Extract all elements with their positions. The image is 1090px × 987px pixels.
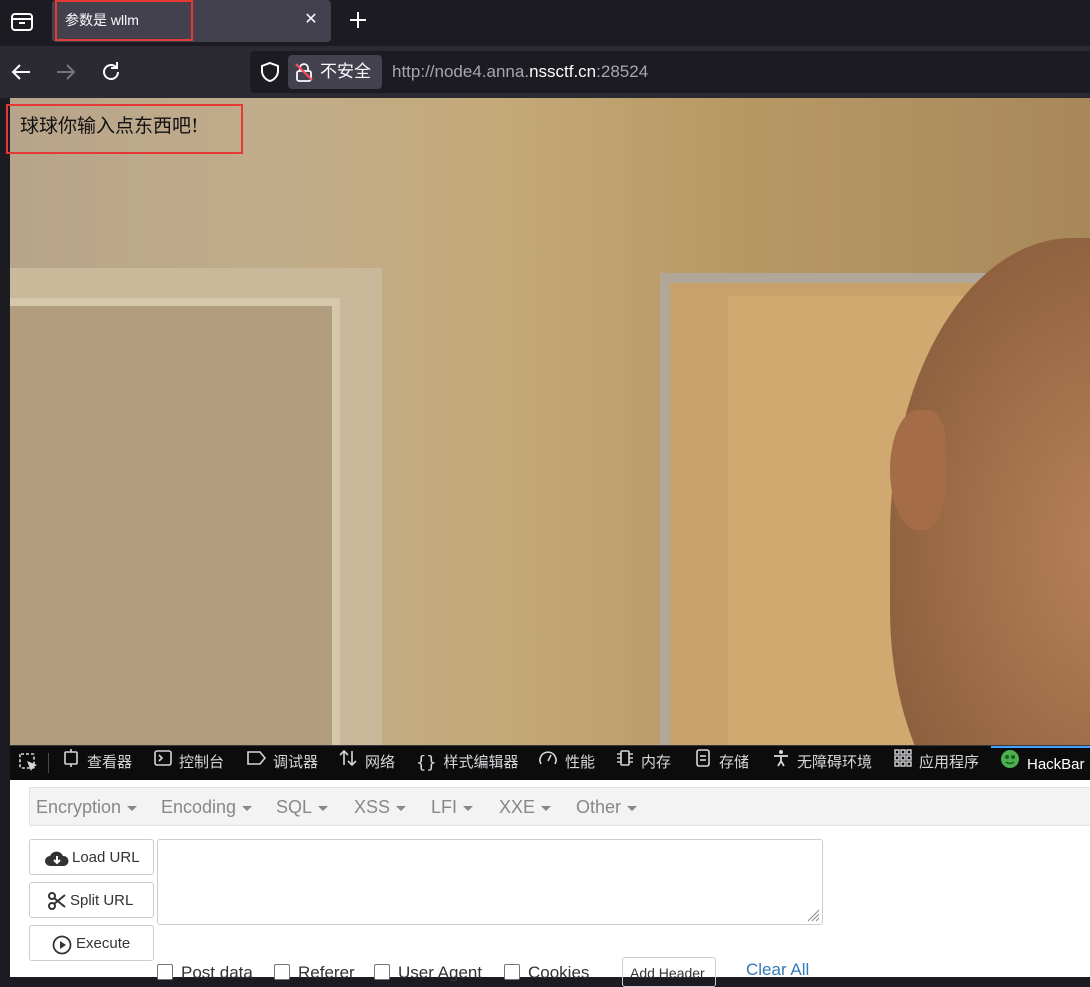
- devtools-tab-hackbar[interactable]: HackBar: [991, 746, 1090, 780]
- referer-checkbox[interactable]: Referer: [274, 963, 355, 983]
- url-port: :28524: [596, 62, 649, 81]
- hackbar-menu-bar: Encryption Encoding SQL XSS LFI XXE Othe…: [29, 787, 1090, 826]
- devtools-tab-memory[interactable]: 内存: [616, 746, 671, 780]
- tab-list-icon[interactable]: [8, 8, 36, 34]
- url-scheme: http://node4.anna.: [392, 62, 530, 81]
- tab-close-icon[interactable]: ✕: [300, 9, 322, 31]
- clear-all-link[interactable]: Clear All: [746, 960, 809, 980]
- tab-highlight-box: [55, 0, 193, 41]
- console-icon: [154, 746, 172, 780]
- hackbar-panel: Encryption Encoding SQL XSS LFI XXE Othe…: [10, 780, 1090, 987]
- insecure-lock-icon: [294, 62, 314, 82]
- hackbar-icon: [1000, 748, 1020, 782]
- chevron-down-icon: [242, 805, 253, 811]
- resize-handle-icon[interactable]: [804, 906, 820, 922]
- checkbox-box[interactable]: [157, 964, 173, 980]
- split-url-button[interactable]: Split URL: [29, 882, 154, 918]
- reload-icon[interactable]: [98, 59, 124, 85]
- url-textarea[interactable]: [157, 839, 823, 925]
- menu-other[interactable]: Other: [576, 788, 638, 827]
- debugger-icon: [246, 746, 267, 780]
- load-url-button[interactable]: Load URL: [29, 839, 154, 875]
- navigation-bar: 不安全 http://node4.anna.nssctf.cn:28524: [0, 46, 1090, 98]
- accessibility-icon: [772, 746, 790, 780]
- chevron-down-icon: [127, 805, 138, 811]
- background-photo-door-left: [10, 298, 340, 745]
- connection-insecure-button[interactable]: 不安全: [288, 55, 382, 89]
- devtools-toolbar: 查看器 控制台 调试器 网络 {} 样式编辑器 性能 内存 存储 无障碍环境 应用…: [10, 745, 1090, 780]
- devtools-tab-accessibility[interactable]: 无障碍环境: [772, 746, 872, 780]
- memory-icon: [616, 746, 634, 780]
- chevron-down-icon: [463, 805, 474, 811]
- url-text[interactable]: http://node4.anna.nssctf.cn:28524: [392, 62, 648, 82]
- tracking-protection-shield-icon[interactable]: [260, 61, 280, 83]
- add-header-button[interactable]: Add Header: [622, 957, 716, 987]
- background-photo-ear: [890, 410, 946, 530]
- toolbar-divider: [48, 753, 49, 773]
- new-tab-icon[interactable]: [346, 8, 370, 32]
- chevron-down-icon: [396, 805, 407, 811]
- chevron-down-icon: [318, 805, 329, 811]
- menu-xss[interactable]: XSS: [354, 788, 407, 827]
- web-page-content: 球球你输入点东西吧!: [10, 98, 1090, 745]
- forward-icon[interactable]: [53, 59, 79, 85]
- menu-lfi[interactable]: LFI: [431, 788, 474, 827]
- network-icon: [338, 746, 358, 780]
- devtools-tab-application[interactable]: 应用程序: [894, 746, 979, 780]
- back-icon[interactable]: [8, 59, 34, 85]
- menu-encryption[interactable]: Encryption: [36, 788, 138, 827]
- message-highlight-box: [6, 104, 243, 154]
- menu-sql[interactable]: SQL: [276, 788, 329, 827]
- play-circle-icon: [52, 935, 72, 959]
- devtools-tab-performance[interactable]: 性能: [538, 746, 595, 780]
- application-icon: [894, 746, 912, 780]
- chevron-down-icon: [627, 805, 638, 811]
- url-bar[interactable]: 不安全 http://node4.anna.nssctf.cn:28524: [250, 51, 1090, 93]
- menu-encoding[interactable]: Encoding: [161, 788, 253, 827]
- execute-button[interactable]: Execute: [29, 925, 154, 961]
- user-agent-checkbox[interactable]: User Agent: [374, 963, 482, 983]
- checkbox-box[interactable]: [274, 964, 290, 980]
- devtools-tab-inspector[interactable]: 查看器: [62, 746, 132, 780]
- element-picker-icon[interactable]: [18, 752, 40, 774]
- scissors-icon: [48, 892, 66, 914]
- inspector-icon: [62, 746, 80, 780]
- checkbox-box[interactable]: [504, 964, 520, 980]
- storage-icon: [694, 746, 712, 780]
- performance-icon: [538, 746, 558, 780]
- post-data-checkbox[interactable]: Post data: [157, 963, 253, 983]
- url-domain: nssctf.cn: [529, 62, 597, 81]
- devtools-tab-debugger[interactable]: 调试器: [246, 746, 318, 780]
- devtools-tab-storage[interactable]: 存储: [694, 746, 749, 780]
- cookies-checkbox[interactable]: Cookies: [504, 963, 589, 983]
- insecure-label: 不安全: [320, 62, 371, 81]
- devtools-tab-console[interactable]: 控制台: [154, 746, 224, 780]
- chevron-down-icon: [541, 805, 552, 811]
- devtools-tab-network[interactable]: 网络: [338, 746, 395, 780]
- menu-xxe[interactable]: XXE: [499, 788, 552, 827]
- checkbox-box[interactable]: [374, 964, 390, 980]
- cloud-download-icon: [44, 849, 70, 871]
- style-editor-icon: {}: [416, 753, 437, 774]
- devtools-tab-style-editor[interactable]: {} 样式编辑器: [416, 746, 519, 780]
